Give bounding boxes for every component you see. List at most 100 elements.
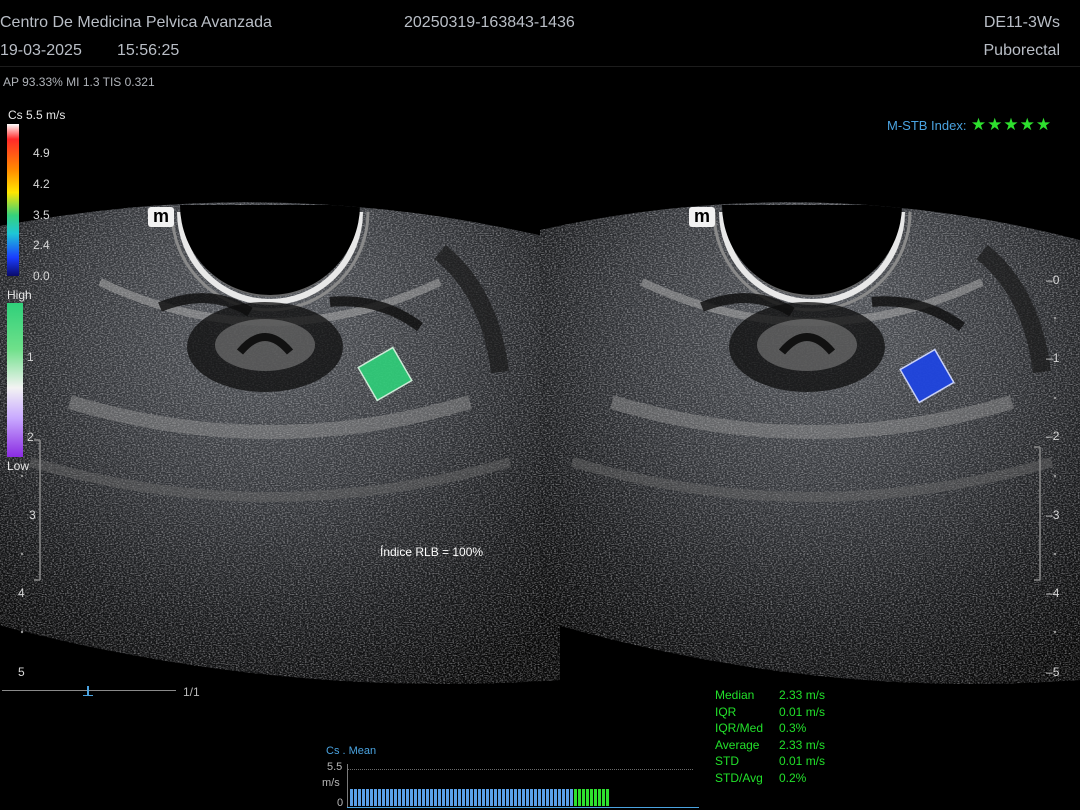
trend-bar-blue — [434, 789, 437, 806]
trend-bar-blue — [458, 789, 461, 806]
velocity-color-bar — [7, 124, 19, 276]
trend-bar-green — [574, 789, 577, 806]
trend-bar-blue — [374, 789, 377, 806]
trend-bar-blue — [418, 789, 421, 806]
trend-bar-blue — [462, 789, 465, 806]
trend-bar-blue — [414, 789, 417, 806]
quality-tick: 2 — [27, 430, 34, 444]
rlb-index: Índice RLB = 100% — [380, 545, 484, 559]
trend-bar-blue — [470, 789, 473, 806]
trend-bar-blue — [570, 789, 573, 806]
stb-index-label: M-STB Index: — [887, 118, 967, 133]
measurement-value: 2.33 m/s — [779, 688, 826, 702]
velocity-tick: 2.4 — [33, 238, 50, 252]
left-depth-tick: 4 — [18, 586, 25, 600]
trend-bar-green — [602, 789, 605, 806]
measurement-label: Average — [715, 737, 760, 752]
measurement-row: IQR/Med 0.3% — [715, 720, 831, 737]
trend-y-axis — [347, 764, 348, 808]
trend-bar-blue — [430, 789, 433, 806]
velocity-tick: 3.5 — [33, 208, 50, 222]
left-depth-tick: 3 — [29, 508, 36, 522]
frame-counter: 1/1 — [183, 685, 200, 699]
measurement-row: IQR 0.01 m/s — [715, 704, 831, 721]
measurement-row: STD 0.01 m/s — [715, 753, 831, 770]
trend-bar-blue — [362, 789, 365, 806]
trend-bar-blue — [406, 789, 409, 806]
right-bmode-image — [540, 202, 1080, 685]
cine-slider-track[interactable] — [2, 690, 176, 691]
trend-bar-green — [582, 789, 585, 806]
trend-bar-blue — [566, 789, 569, 806]
measurement-label: IQR/Med — [715, 721, 764, 735]
trend-bar-blue — [554, 789, 557, 806]
measurement-value: 0.2% — [779, 770, 807, 785]
measurement-row: STD/Avg 0.2% — [715, 770, 831, 787]
left-orientation-marker: m — [148, 207, 174, 227]
measurement-value: 0.01 m/s — [779, 754, 826, 768]
trend-bar-blue — [538, 789, 541, 806]
trend-bar-blue — [482, 789, 485, 806]
stb-index: M-STB Index: ★★★★★ — [887, 115, 1052, 135]
trend-bar-green — [594, 789, 597, 806]
trend-bar-blue — [518, 789, 521, 806]
trend-bar-blue — [486, 789, 489, 806]
measurement-label: IQR — [715, 704, 737, 719]
trend-bar-blue — [494, 789, 497, 806]
measurement-value: 2.33 m/s — [779, 737, 826, 752]
trend-bar-blue — [438, 789, 441, 806]
trend-bar-blue — [510, 789, 513, 806]
quality-low-label: Low — [7, 459, 30, 473]
trend-bar-blue — [410, 789, 413, 806]
left-depth-tick: 5 — [18, 665, 25, 679]
trend-bar-blue — [422, 789, 425, 806]
cine-slider-handle[interactable] — [87, 686, 89, 695]
measurement-table: Median 2.33 m/s IQR 0.01 m/s IQR/Med 0.3% Aver… — [715, 687, 831, 786]
right-depth-tick: –1 — [1046, 351, 1060, 365]
trend-bar-blue — [354, 789, 357, 806]
stb-stars-icon: ★★★★★ — [970, 115, 1053, 134]
trend-bar-blue — [526, 789, 529, 806]
trend-bar-blue — [530, 789, 533, 806]
quality-tick: 1 — [27, 350, 34, 364]
trend-bars — [350, 789, 609, 806]
trend-bar-green — [578, 789, 581, 806]
right-depth-tick: –0 — [1046, 273, 1060, 287]
trend-ymax: 5.5 — [327, 761, 343, 773]
measurement-value: 0.01 m/s — [779, 704, 826, 719]
trend-bar-blue — [450, 789, 453, 806]
trend-bar-blue — [514, 789, 517, 806]
trend-bar-blue — [378, 789, 381, 806]
trend-bar-green — [598, 789, 601, 806]
velocity-tick: 0.0 — [33, 269, 50, 283]
measurement-row: Average 2.33 m/s — [715, 737, 831, 754]
trend-bar-green — [606, 789, 609, 806]
cine-slider-handle-base — [83, 695, 93, 696]
trend-bar-blue — [534, 789, 537, 806]
measurement-label: STD — [715, 754, 739, 768]
trend-bar-blue — [546, 789, 549, 806]
trend-title: Cs . Mean — [326, 745, 377, 757]
trend-bar-blue — [542, 789, 545, 806]
measurement-value: 0.3% — [779, 721, 807, 735]
quality-high-label: High — [7, 288, 32, 302]
right-depth-tick: –2 — [1046, 429, 1060, 443]
trend-bar-blue — [502, 789, 505, 806]
trend-bar-blue — [386, 789, 389, 806]
quality-color-bar — [7, 303, 23, 457]
trend-bar-blue — [446, 789, 449, 806]
trend-bar-blue — [366, 789, 369, 806]
velocity-scale-title: Cs 5.5 m/s — [8, 108, 66, 122]
trend-bar-blue — [390, 789, 393, 806]
measurement-label: Median — [715, 688, 755, 702]
trend-bar-blue — [442, 789, 445, 806]
trend-bar-blue — [490, 789, 493, 806]
right-depth-tick: –5 — [1046, 665, 1060, 679]
trend-bar-blue — [466, 789, 469, 806]
trend-x-axis — [347, 807, 699, 808]
trend-bar-blue — [562, 789, 565, 806]
trend-bar-blue — [498, 789, 501, 806]
trend-bar-blue — [358, 789, 361, 806]
measurement-row: Median 2.33 m/s — [715, 687, 831, 704]
trend-bar-blue — [474, 789, 477, 806]
